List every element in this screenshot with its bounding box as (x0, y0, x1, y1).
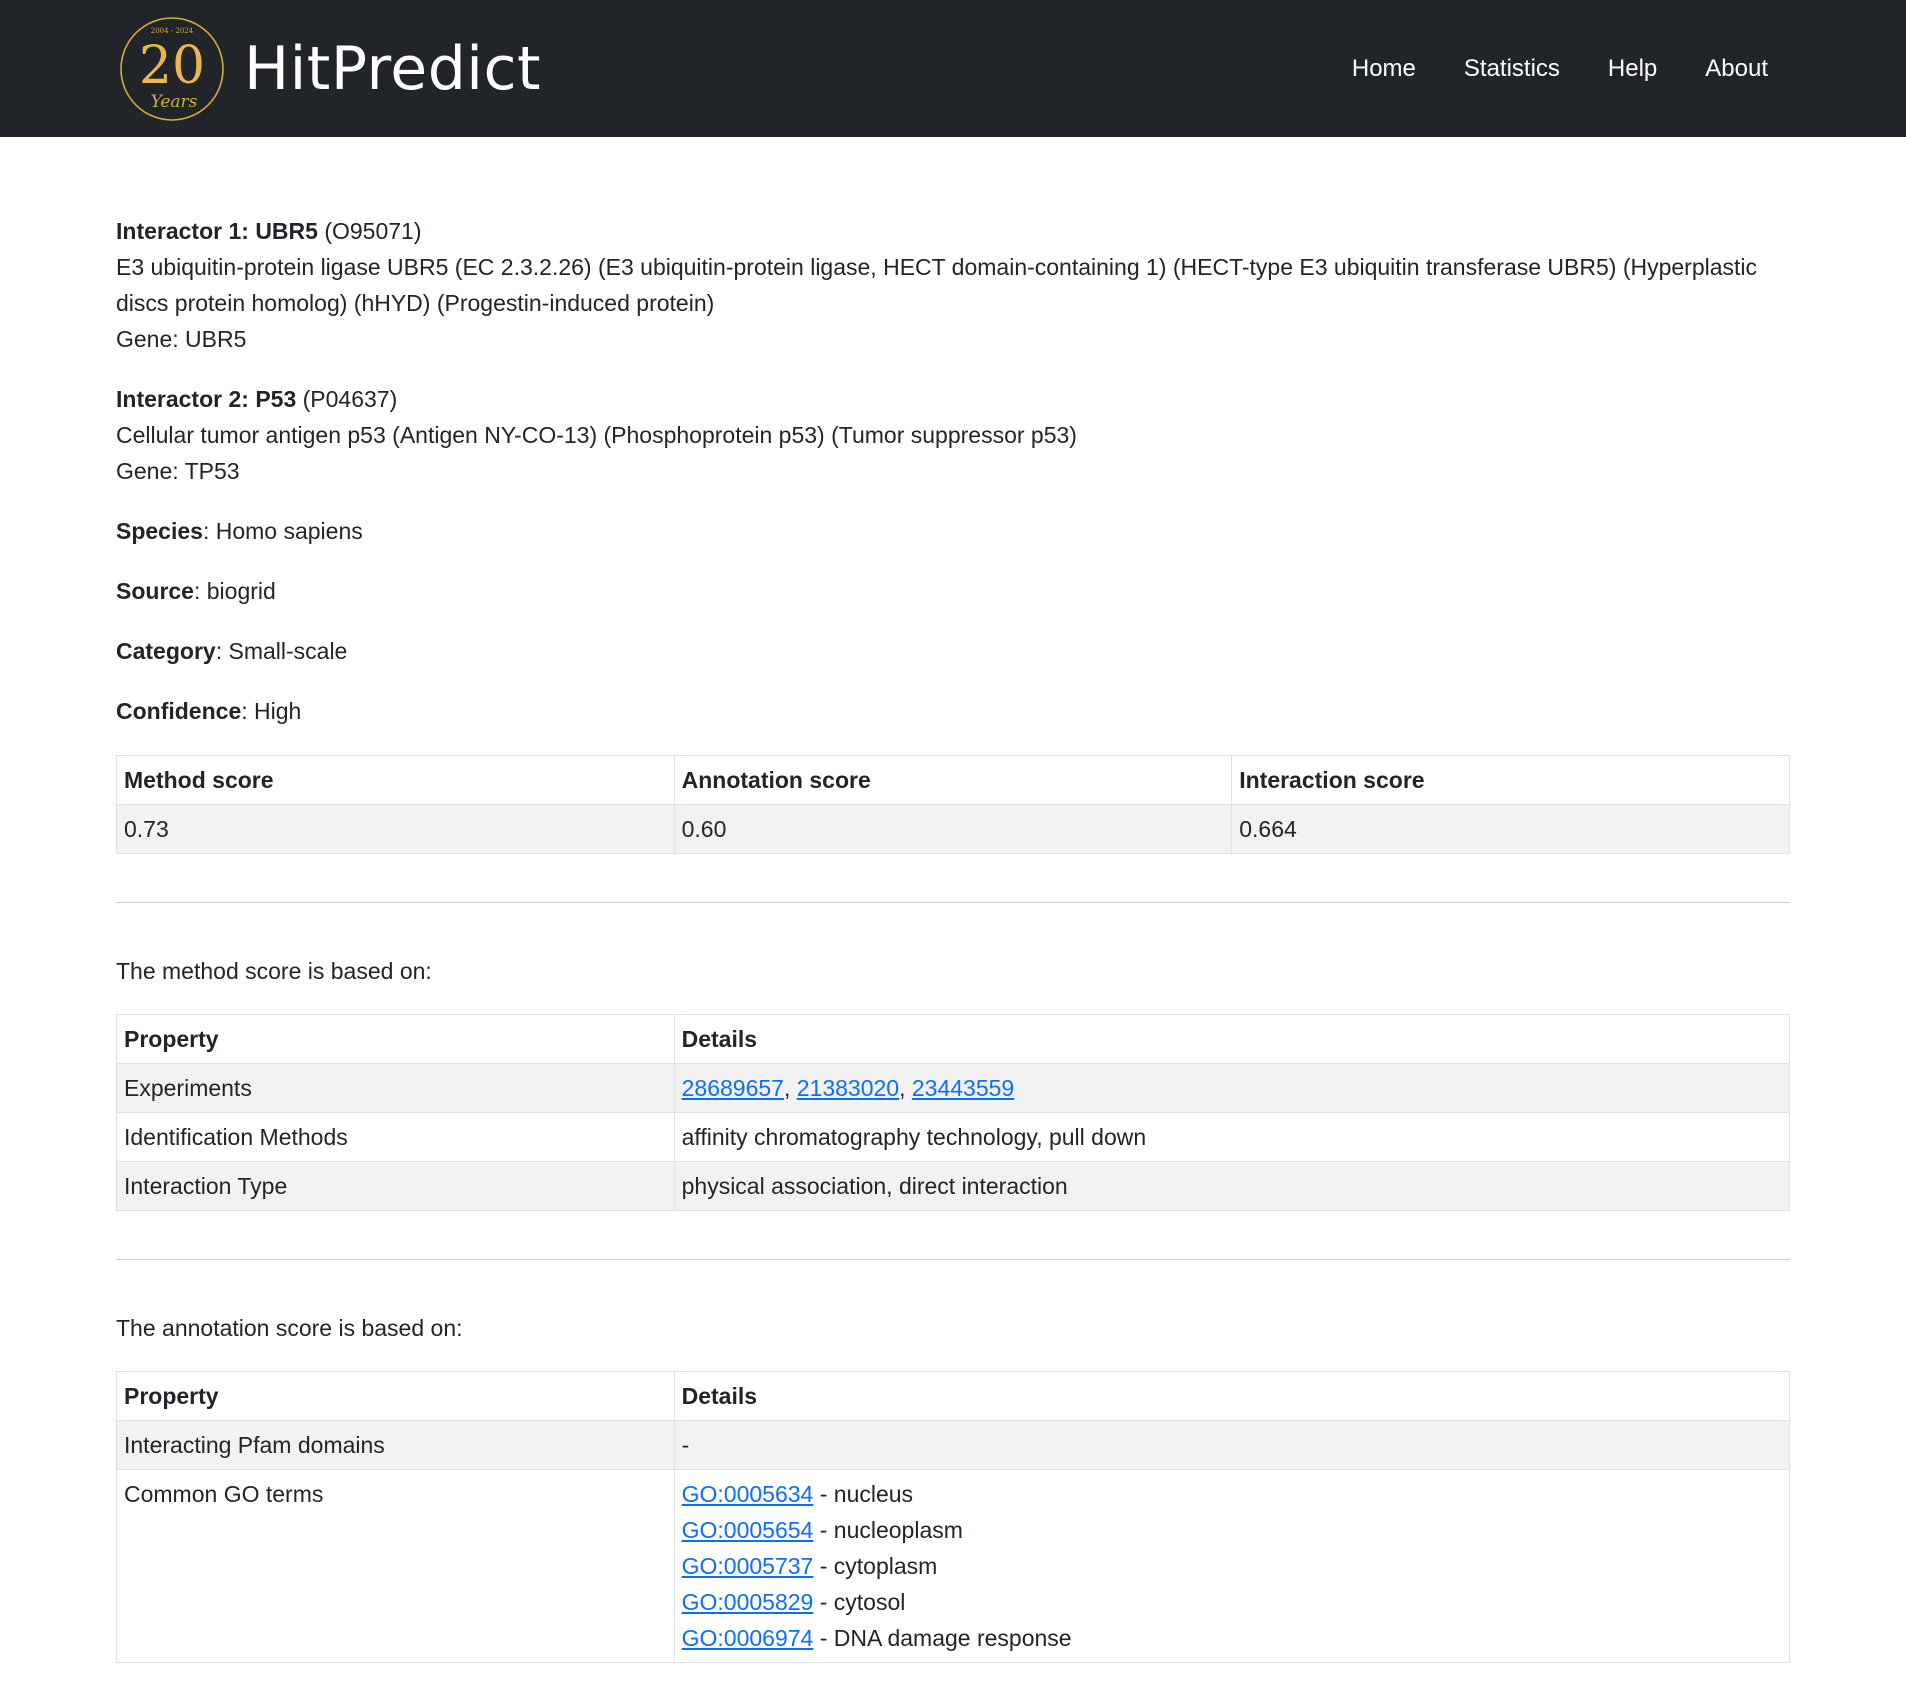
identification-methods-label: Identification Methods (116, 1112, 675, 1162)
species-value: : Homo sapiens (202, 518, 363, 544)
annotation-score-value: 0.60 (673, 804, 1233, 854)
nav-help[interactable]: Help (1608, 51, 1657, 87)
separator: , (899, 1075, 912, 1101)
interactor-1-gene: Gene: UBR5 (116, 326, 247, 352)
svg-text:Years: Years (151, 92, 198, 112)
table-row: Interaction Type physical association, d… (116, 1161, 1791, 1211)
nav-menu: Home Statistics Help About (1352, 51, 1768, 87)
interactor-1: Interactor 1: UBR5 (O95071) E3 ubiquitin… (116, 213, 1790, 357)
interactor-1-id: (O95071) (324, 218, 422, 244)
common-go-terms-label: Common GO terms (116, 1469, 675, 1663)
details-header: Details (673, 1014, 1791, 1064)
go-term: GO:0005829 - cytosol (682, 1584, 1782, 1620)
experiments-label: Experiments (116, 1063, 675, 1113)
go-term-link[interactable]: GO:0005634 (682, 1481, 814, 1507)
property-header: Property (116, 1371, 675, 1421)
brand[interactable]: 2004 - 2024 20 Years HitPredict (118, 15, 541, 123)
interaction-type-label: Interaction Type (116, 1161, 675, 1211)
interactor-1-heading: Interactor 1: UBR5 (O95071) (116, 213, 1790, 249)
category-label: Category (116, 638, 216, 664)
separator: , (783, 1075, 797, 1101)
brand-name[interactable]: HitPredict (244, 39, 541, 99)
go-separator: - (813, 1553, 834, 1579)
method-score-intro: The method score is based on: (116, 958, 432, 984)
table-header-row: Property Details (116, 1371, 1791, 1421)
go-term-name: cytoplasm (833, 1553, 938, 1579)
scores-table: Method score Annotation score Interactio… (116, 755, 1790, 854)
go-separator: - (813, 1589, 834, 1615)
interactor-2-heading: Interactor 2: P53 (P04637) (116, 381, 1790, 417)
table-row: 0.73 0.60 0.664 (116, 804, 1790, 854)
interactor-1-description: E3 ubiquitin-protein ligase UBR5 (EC 2.3… (116, 254, 1758, 316)
go-term-link[interactable]: GO:0006974 (682, 1625, 814, 1651)
nav-about[interactable]: About (1705, 51, 1768, 87)
source-value: : biogrid (193, 578, 276, 604)
interactor-2-id: (P04637) (302, 386, 398, 412)
go-separator: - (813, 1625, 834, 1651)
interaction-type-value: physical association, direct interaction (673, 1161, 1791, 1211)
nav-home[interactable]: Home (1352, 51, 1416, 87)
interaction-score-value: 0.664 (1231, 804, 1790, 854)
annotation-score-header: Annotation score (673, 755, 1233, 805)
source-label: Source (116, 578, 194, 604)
table-row: Interacting Pfam domains - (116, 1420, 1791, 1470)
svg-text:20: 20 (139, 36, 205, 96)
property-header: Property (116, 1014, 675, 1064)
interactor-2-label: Interactor 2: P53 (116, 386, 297, 412)
pfam-domains-value: - (673, 1420, 1791, 1470)
table-row: Experiments 28689657, 21383020, 23443559 (116, 1063, 1791, 1113)
identification-methods-value: affinity chromatography technology, pull… (673, 1112, 1791, 1162)
species-label: Species (116, 518, 203, 544)
pubmed-link[interactable]: 21383020 (797, 1075, 899, 1101)
annotation-details-table: Property Details Interacting Pfam domain… (116, 1371, 1791, 1663)
interaction-score-header: Interaction score (1231, 755, 1790, 805)
go-term-link[interactable]: GO:0005737 (682, 1553, 814, 1579)
experiments-value: 28689657, 21383020, 23443559 (673, 1063, 1791, 1113)
table-header-row: Method score Annotation score Interactio… (116, 755, 1790, 805)
go-term: GO:0006974 - DNA damage response (682, 1620, 1782, 1656)
go-term: GO:0005634 - nucleus (682, 1476, 1782, 1512)
go-term-link[interactable]: GO:0005654 (682, 1517, 814, 1543)
go-term: GO:0005737 - cytoplasm (682, 1548, 1782, 1584)
go-term-name: cytosol (833, 1589, 906, 1615)
go-term-name: nucleus (833, 1481, 914, 1507)
interactor-2-gene: Gene: TP53 (116, 458, 240, 484)
20-years-logo: 2004 - 2024 20 Years (120, 16, 224, 121)
go-separator: - (813, 1481, 834, 1507)
table-header-row: Property Details (116, 1014, 1791, 1064)
category-value: : Small-scale (215, 638, 348, 664)
go-term: GO:0005654 - nucleoplasm (682, 1512, 1782, 1548)
species-field: Species: Homo sapiens (116, 513, 1790, 549)
confidence-label: Confidence (116, 698, 242, 724)
go-term-link[interactable]: GO:0005829 (682, 1589, 814, 1615)
interactor-2-description: Cellular tumor antigen p53 (Antigen NY-C… (116, 422, 1077, 448)
confidence-value: : High (241, 698, 302, 724)
go-term-name: DNA damage response (833, 1625, 1072, 1651)
pubmed-link[interactable]: 23443559 (912, 1075, 1014, 1101)
table-row: Common GO terms GO:0005634 - nucleus GO:… (116, 1469, 1791, 1663)
interactor-1-label: Interactor 1: UBR5 (116, 218, 318, 244)
confidence-field: Confidence: High (116, 693, 1790, 729)
interactor-2: Interactor 2: P53 (P04637) Cellular tumo… (116, 381, 1790, 489)
pubmed-link[interactable]: 28689657 (682, 1075, 784, 1101)
divider (116, 1259, 1790, 1260)
main-content: Interactor 1: UBR5 (O95071) E3 ubiquitin… (0, 137, 1906, 1663)
table-row: Identification Methods affinity chromato… (116, 1112, 1791, 1162)
annotation-score-intro: The annotation score is based on: (116, 1315, 463, 1341)
category-field: Category: Small-scale (116, 633, 1790, 669)
method-score-header: Method score (116, 755, 675, 805)
common-go-terms-value: GO:0005634 - nucleus GO:0005654 - nucleo… (673, 1469, 1791, 1663)
navbar: 2004 - 2024 20 Years HitPredict Home Sta… (0, 0, 1906, 137)
method-score-value: 0.73 (116, 804, 675, 854)
method-details-table: Property Details Experiments 28689657, 2… (116, 1014, 1791, 1211)
nav-statistics[interactable]: Statistics (1464, 51, 1560, 87)
pfam-domains-label: Interacting Pfam domains (116, 1420, 675, 1470)
divider (116, 902, 1790, 903)
go-term-name: nucleoplasm (833, 1517, 963, 1543)
source-field: Source: biogrid (116, 573, 1790, 609)
details-header: Details (673, 1371, 1791, 1421)
go-separator: - (813, 1517, 834, 1543)
svg-text:2004 - 2024: 2004 - 2024 (151, 27, 194, 35)
